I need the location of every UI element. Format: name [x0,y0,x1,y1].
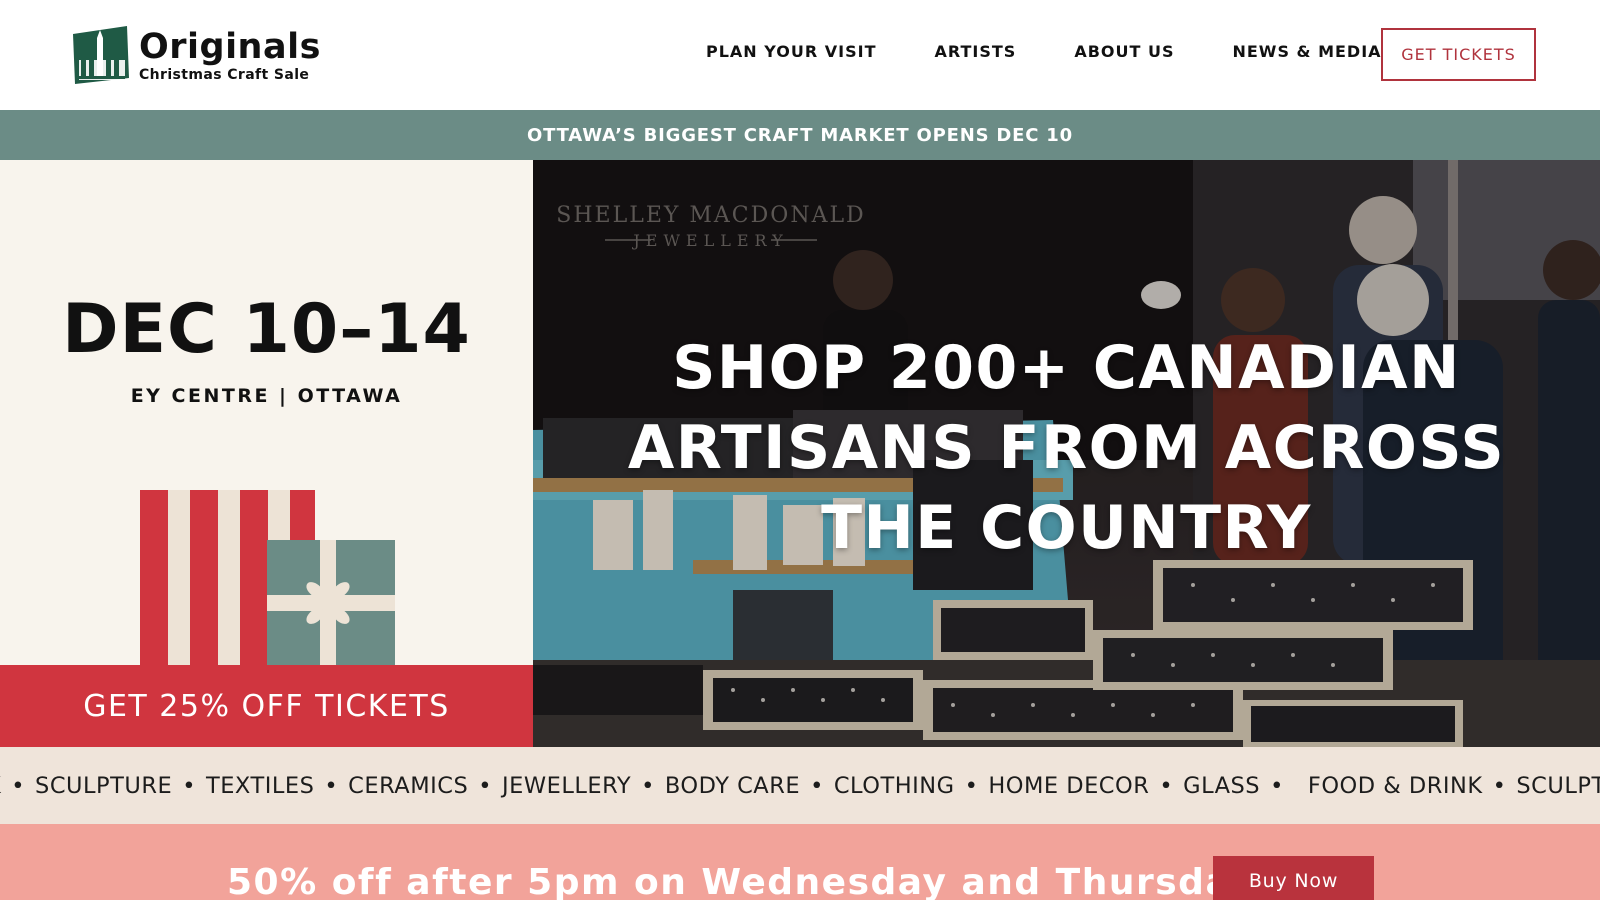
category-item: FOOD & DRINK [1307,772,1483,799]
nav-plan-your-visit[interactable]: PLAN YOUR VISIT [706,42,877,61]
logo-title: Originals [139,26,321,67]
get-tickets-button[interactable]: GET TICKETS [1381,28,1536,81]
category-item: CLOTHING [833,772,955,799]
category-ticker: K• SCULPTURE• TEXTILES• CERAMICS• JEWELL… [0,747,1600,824]
category-item: CERAMICS [348,772,469,799]
category-item: HOME DECOR [988,772,1150,799]
hero-event-panel: DEC 10–14 EY CENTRE | OTTAWA GET 25% OFF… [0,160,533,747]
site-header: Originals Christmas Craft Sale PLAN YOUR… [0,0,1600,110]
promo-banner: 50% off after 5pm on Wednesday and Thurs… [0,824,1600,900]
logo[interactable]: Originals Christmas Craft Sale [71,24,321,86]
category-item: TEXTILES [205,772,315,799]
discount-tickets-button[interactable]: GET 25% OFF TICKETS [0,665,533,747]
gift-boxes-icon [140,490,395,666]
buy-now-button[interactable]: Buy Now [1213,856,1374,900]
category-item: GLASS [1183,772,1261,799]
category-item: BODY CARE [664,772,801,799]
promo-text: 50% off after 5pm on Wednesday and Thurs… [227,862,1256,900]
event-dates: DEC 10–14 [62,290,471,369]
nav-about-us[interactable]: ABOUT US [1074,42,1174,61]
category-item: JEWELLERY [502,772,632,799]
hero-photo-panel: SHELLEY MACDONALD JEWELLERY SHOP 200+ CA… [533,160,1600,747]
city-skyline-icon [71,24,131,86]
hero-headline: SHOP 200+ CANADIAN ARTISANS FROM ACROSS … [627,333,1506,563]
category-item: K [0,773,1,799]
category-item: SCULPTURE [35,772,173,799]
main-nav: PLAN YOUR VISIT ARTISTS ABOUT US NEWS & … [706,42,1382,61]
logo-subtitle: Christmas Craft Sale [139,66,310,83]
category-item: SCULPTU [1516,772,1600,799]
nav-artists[interactable]: ARTISTS [935,42,1017,61]
nav-news-media[interactable]: NEWS & MEDIA [1232,42,1381,61]
announcement-bar: OTTAWA’S BIGGEST CRAFT MARKET OPENS DEC … [0,110,1600,160]
event-venue: EY CENTRE | OTTAWA [130,385,403,407]
